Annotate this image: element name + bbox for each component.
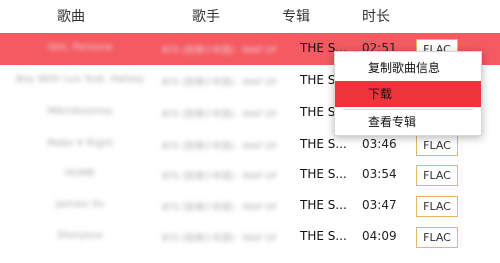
quality-badge[interactable]: FLAC: [416, 196, 458, 217]
track-duration: 03:54: [362, 167, 397, 181]
column-header-artist[interactable]: 歌手: [192, 6, 220, 26]
track-title: Make It Right: [47, 138, 113, 149]
quality-badge[interactable]: FLAC: [416, 165, 458, 186]
track-album[interactable]: THE S...: [300, 167, 347, 181]
track-album[interactable]: THE S...: [300, 229, 347, 243]
track-album[interactable]: THE S...: [300, 137, 347, 151]
menu-item-download[interactable]: 下载: [335, 81, 481, 107]
track-artist[interactable]: BTS (防弹少年团) · MAP OF: [162, 43, 294, 56]
track-title: Boy With Luv feat. Halsey: [15, 74, 145, 85]
track-duration: 04:09: [362, 229, 397, 243]
track-artist[interactable]: BTS (防弹少年团) · MAP OF: [162, 75, 294, 88]
column-header-album[interactable]: 专辑: [282, 6, 310, 26]
track-title: HOME: [64, 168, 96, 179]
track-artist[interactable]: BTS (防弹少年团) · MAP OF: [162, 169, 294, 182]
track-artist[interactable]: BTS (防弹少年团) · MAP OF: [162, 107, 294, 120]
track-artist[interactable]: BTS (防弹少年团) · MAP OF: [162, 139, 294, 152]
menu-item-copy-song-info[interactable]: 复制歌曲信息: [335, 55, 481, 81]
quality-badge[interactable]: FLAC: [416, 135, 458, 156]
column-header-duration[interactable]: 时长: [362, 6, 390, 26]
track-album[interactable]: THE S...: [300, 198, 347, 212]
column-header-song[interactable]: 歌曲: [57, 6, 85, 26]
track-artist[interactable]: BTS (防弹少年团) · MAP OF: [162, 200, 294, 213]
track-title: Dionysus: [57, 230, 103, 241]
menu-item-view-album[interactable]: 查看专辑: [335, 109, 481, 135]
tracklist-header: 歌曲 歌手 专辑 时长: [0, 0, 500, 33]
track-row[interactable]: HOME BTS (防弹少年团) · MAP OF THE S... 03:54…: [0, 159, 500, 191]
track-title: Mikrokosmos: [47, 106, 113, 117]
track-duration: 03:46: [362, 137, 397, 151]
track-row[interactable]: Dionysus BTS (防弹少年团) · MAP OF THE S... 0…: [0, 221, 500, 253]
context-menu: 复制歌曲信息 下载 查看专辑: [334, 51, 482, 136]
track-title: Jamais Vu: [55, 199, 105, 210]
track-row[interactable]: Jamais Vu BTS (防弹少年团) · MAP OF THE S... …: [0, 190, 500, 222]
track-duration: 03:47: [362, 198, 397, 212]
track-artist[interactable]: BTS (防弹少年团) · MAP OF: [162, 231, 294, 244]
quality-badge[interactable]: FLAC: [416, 227, 458, 248]
track-title: Idol, Persona: [47, 42, 113, 53]
